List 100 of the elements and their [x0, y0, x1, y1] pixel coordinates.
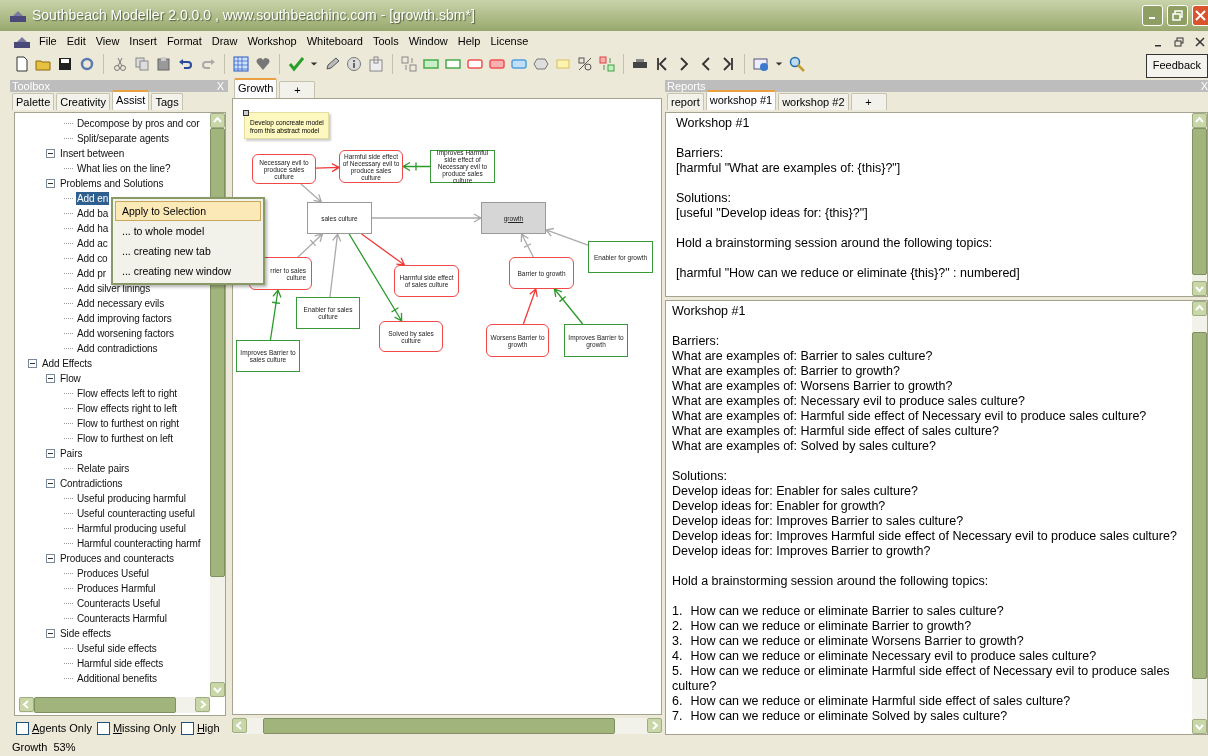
tree-item[interactable]: Counteracts Useful: [76, 597, 162, 610]
tree-item[interactable]: Decompose by pros and cor: [76, 117, 201, 130]
checkbox[interactable]: [16, 721, 29, 735]
tree-item[interactable]: Produces and counteracts: [59, 552, 175, 565]
tree-item[interactable]: Counteracts Harmful: [76, 612, 168, 625]
menu-item[interactable]: Format: [161, 34, 207, 49]
report-tab[interactable]: workshop #1: [705, 90, 777, 110]
tree-item[interactable]: Harmful producing useful: [76, 522, 187, 535]
tree-item[interactable]: Add necessary evils: [76, 297, 166, 310]
collapse-icon[interactable]: [46, 554, 55, 563]
redo-icon[interactable]: [200, 56, 216, 72]
tree-item[interactable]: Split/separate agents: [76, 132, 170, 145]
search-icon[interactable]: [789, 56, 805, 72]
menu-item[interactable]: Draw: [206, 34, 243, 49]
diagram-tab[interactable]: +: [279, 81, 316, 98]
menu-item[interactable]: ... to whole model: [115, 221, 261, 241]
panel-tab[interactable]: Palette: [12, 93, 55, 110]
collapse-icon[interactable]: [46, 449, 55, 458]
tree-item[interactable]: Flow effects right to left: [76, 402, 179, 415]
menu-item[interactable]: View: [90, 34, 125, 49]
tree-item[interactable]: Add en: [76, 192, 110, 205]
tree-item[interactable]: Harmful side effects: [76, 657, 165, 670]
grid-icon[interactable]: [233, 56, 249, 72]
minimize-button[interactable]: [1142, 5, 1163, 26]
tree-item[interactable]: Add worsening factors: [76, 327, 175, 340]
tree-item[interactable]: Useful producing harmful: [76, 492, 187, 505]
tree-item[interactable]: Harmful counteracting harmf: [76, 537, 202, 550]
tree-item[interactable]: Flow to furthest on left: [76, 432, 174, 445]
menu-item[interactable]: File: [34, 34, 62, 49]
scrollbar-thumb[interactable]: [1192, 332, 1207, 679]
checkbox[interactable]: [180, 721, 194, 735]
undo-icon[interactable]: [178, 56, 194, 72]
horizontal-scrollbar[interactable]: [232, 718, 662, 734]
heart-icon[interactable]: [255, 56, 271, 72]
tree-item[interactable]: Add co: [76, 252, 109, 265]
rectangle-icon[interactable]: [489, 56, 505, 72]
menu-item[interactable]: Apply to Selection: [115, 201, 261, 221]
split-icon[interactable]: [577, 56, 593, 72]
tree-item[interactable]: Add improving factors: [76, 312, 173, 325]
checkmark-icon[interactable]: [288, 56, 304, 72]
refresh-icon[interactable]: [79, 56, 95, 72]
tree-item[interactable]: What lies on the line?: [76, 162, 172, 175]
mail-icon[interactable]: [753, 56, 769, 72]
tree-item[interactable]: Flow to furthest on right: [76, 417, 180, 430]
tree-item[interactable]: Add contradictions: [76, 342, 159, 355]
tree-item[interactable]: Pairs: [59, 447, 84, 460]
tree-item[interactable]: Useful counteracting useful: [76, 507, 196, 520]
collapse-icon[interactable]: [46, 629, 55, 638]
last-icon[interactable]: [720, 56, 736, 72]
cut-icon[interactable]: [112, 56, 128, 72]
tree-item[interactable]: Problems and Solutions: [59, 177, 165, 190]
restore-icon[interactable]: [1172, 10, 1183, 21]
collapse-icon[interactable]: [46, 374, 55, 383]
vertical-scrollbar[interactable]: [1192, 113, 1207, 296]
tree-item[interactable]: Useful side effects: [76, 642, 158, 655]
swap-icon[interactable]: [599, 56, 615, 72]
rectangle-icon[interactable]: [445, 56, 461, 72]
tree-item[interactable]: Side effects: [59, 627, 112, 640]
checkbox[interactable]: [96, 721, 110, 735]
menu-item[interactable]: Edit: [61, 34, 91, 49]
tree-item[interactable]: Add ha: [76, 222, 110, 235]
tree-item[interactable]: Add silver linings: [76, 282, 152, 295]
menu-item[interactable]: Help: [452, 34, 486, 49]
tree-item[interactable]: Add ba: [76, 207, 110, 220]
close-button[interactable]: [1192, 5, 1208, 26]
vertical-scrollbar[interactable]: [1192, 301, 1207, 734]
menu-item[interactable]: Tools: [368, 34, 404, 49]
menu-item[interactable]: License: [485, 34, 534, 49]
horizontal-scrollbar[interactable]: [19, 696, 210, 713]
menu-item[interactable]: Workshop: [242, 34, 302, 49]
tree-item[interactable]: Relate pairs: [76, 462, 131, 475]
tree-item[interactable]: Add pr: [76, 267, 107, 280]
tree-item[interactable]: Add Effects: [41, 357, 93, 370]
note-toggle-icon[interactable]: [243, 110, 249, 116]
document-icon[interactable]: [14, 36, 30, 49]
panel-tab[interactable]: Tags: [151, 93, 183, 110]
menu-item[interactable]: Window: [403, 34, 453, 49]
tree-item[interactable]: Flow effects left to right: [76, 387, 179, 400]
collapse-icon[interactable]: [46, 149, 55, 158]
restore-button[interactable]: [1167, 5, 1188, 26]
tree-item[interactable]: Contradictions: [59, 477, 124, 490]
info-icon[interactable]: [346, 56, 362, 72]
first-icon[interactable]: [654, 56, 670, 72]
panel-tab[interactable]: Creativity: [56, 93, 111, 110]
tree-item[interactable]: Insert between: [59, 147, 126, 160]
tree-item[interactable]: Add ac: [76, 237, 109, 250]
hexagon-icon[interactable]: [533, 56, 549, 72]
report-tab[interactable]: +: [850, 93, 887, 110]
scrollbar-thumb[interactable]: [263, 718, 615, 734]
copy-icon[interactable]: [134, 56, 150, 72]
tree-item[interactable]: Additional benefits: [76, 672, 158, 685]
feedback-button[interactable]: Feedback: [1145, 54, 1208, 78]
new-file-icon[interactable]: [13, 56, 29, 72]
scrollbar-thumb[interactable]: [34, 696, 176, 713]
tree-item[interactable]: Produces Useful: [76, 567, 150, 580]
menu-item[interactable]: Whiteboard: [301, 34, 368, 49]
swap-icon[interactable]: [401, 56, 417, 72]
scrollbar-thumb[interactable]: [1192, 128, 1207, 275]
report-tab[interactable]: report: [667, 93, 704, 110]
paste-icon[interactable]: [156, 56, 172, 72]
